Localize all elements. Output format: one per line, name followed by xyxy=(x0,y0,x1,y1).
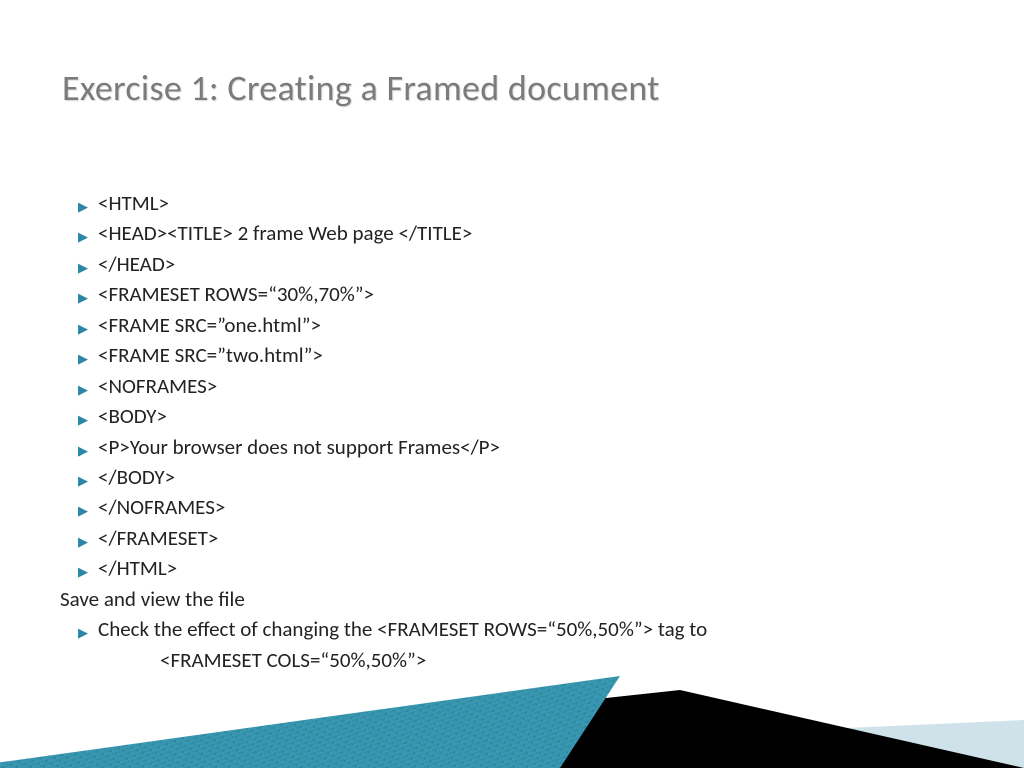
list-item-text: </HTML> xyxy=(98,553,976,583)
bullet-icon: ▶ xyxy=(60,321,98,340)
bullet-icon: ▶ xyxy=(60,351,98,370)
bullet-icon: ▶ xyxy=(60,290,98,309)
bullet-icon: ▶ xyxy=(60,564,98,583)
list-item: ▶<FRAMESET ROWS=“30%,70%”> xyxy=(60,279,976,309)
bullet-icon: ▶ xyxy=(60,412,98,431)
list-item-text: </BODY> xyxy=(98,462,976,492)
list-item: ▶<HTML> xyxy=(60,188,976,218)
list-item-text: <BODY> xyxy=(98,401,976,431)
list-item: ▶</HTML> xyxy=(60,553,976,583)
list-item: ▶<P>Your browser does not support Frames… xyxy=(60,432,976,462)
list-item: ▶<FRAME SRC=”one.html”> xyxy=(60,310,976,340)
list-item-text: <FRAME SRC=”one.html”> xyxy=(98,310,976,340)
list-item: ▶</HEAD> xyxy=(60,249,976,279)
bullet-icon: ▶ xyxy=(60,443,98,462)
bullet-icon: ▶ xyxy=(60,229,98,248)
list-item-text: <P>Your browser does not support Frames<… xyxy=(98,432,976,462)
list-item: ▶</BODY> xyxy=(60,462,976,492)
slide-content: ▶<HTML>▶<HEAD><TITLE> 2 frame Web page <… xyxy=(60,188,976,675)
list-item-text: <FRAMESET ROWS=“30%,70%”> xyxy=(98,279,976,309)
list-item: ▶</NOFRAMES> xyxy=(60,492,976,522)
list-item: ▶<NOFRAMES> xyxy=(60,371,976,401)
list-item: ▶<BODY> xyxy=(60,401,976,431)
bullet-icon: ▶ xyxy=(60,260,98,279)
bullet-icon: ▶ xyxy=(60,503,98,522)
list-item: ▶<HEAD><TITLE> 2 frame Web page </TITLE> xyxy=(60,218,976,248)
list-item: ▶</FRAMESET> xyxy=(60,523,976,553)
list-item-text: <HEAD><TITLE> 2 frame Web page </TITLE> xyxy=(98,218,976,248)
bullet-icon: ▶ xyxy=(60,199,98,218)
bullet-icon: ▶ xyxy=(60,382,98,401)
list-item-text: <FRAME SRC=”two.html”> xyxy=(98,340,976,370)
list-item-text: <HTML> xyxy=(98,188,976,218)
list-item-text: </HEAD> xyxy=(98,249,976,279)
list-item: ▶<FRAME SRC=”two.html”> xyxy=(60,340,976,370)
slide-footer-decoration xyxy=(0,608,1024,768)
bullet-icon: ▶ xyxy=(60,473,98,492)
list-item-text: </NOFRAMES> xyxy=(98,492,976,522)
bullet-icon: ▶ xyxy=(60,534,98,553)
slide-title: Exercise 1: Creating a Framed document xyxy=(62,66,660,110)
list-item-text: </FRAMESET> xyxy=(98,523,976,553)
list-item-text: <NOFRAMES> xyxy=(98,371,976,401)
